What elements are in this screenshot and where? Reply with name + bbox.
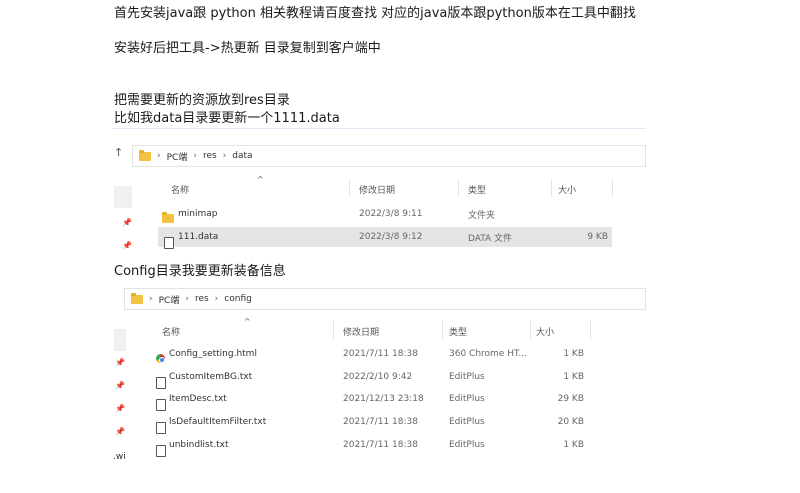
file-row[interactable]: lsDefaultItemFilter.txt 2021/7/11 18:38 … — [152, 412, 588, 434]
pin-icon: 📌 — [115, 404, 125, 413]
pin-icon: 📌 — [115, 427, 125, 436]
breadcrumb-item[interactable]: PC端 — [159, 293, 180, 306]
file-row[interactable]: Config_setting.html 2021/7/11 18:38 360 … — [152, 344, 588, 364]
file-modified: 2022/3/8 9:12 — [359, 232, 423, 242]
folder-icon — [162, 212, 174, 223]
file-modified: 2021/7/11 18:38 — [343, 440, 418, 450]
pin-icon: 📌 — [115, 358, 125, 367]
file-size: 1 KB — [563, 349, 584, 359]
column-header-type[interactable]: 类型 — [449, 325, 467, 338]
folder-icon — [139, 149, 151, 161]
file-icon — [156, 445, 166, 457]
column-header-modified[interactable]: 修改日期 — [343, 325, 379, 338]
file-icon — [164, 237, 174, 249]
file-name: Config_setting.html — [169, 349, 257, 359]
file-row[interactable]: minimap 2022/3/8 9:11 文件夹 — [158, 204, 612, 224]
pin-icon: 📌 — [122, 241, 132, 250]
up-arrow-icon[interactable]: ↑ — [114, 146, 123, 159]
doc-line-4: 比如我data目录要更新一个1111.data — [114, 111, 340, 126]
file-type: 文件夹 — [468, 210, 496, 221]
file-modified: 2021/12/13 23:18 — [343, 394, 424, 404]
chevron-right-icon: › — [149, 294, 153, 304]
file-type: DATA 文件 — [468, 233, 513, 244]
doc-line-2: 安装好后把工具->热更新 目录复制到客户端中 — [114, 41, 381, 56]
doc-line-3: 把需要更新的资源放到res目录 — [114, 93, 290, 108]
breadcrumb-item[interactable]: PC端 — [167, 150, 188, 163]
breadcrumb-item[interactable]: res — [203, 151, 217, 161]
sort-indicator: ^ — [257, 175, 264, 184]
file-name: ItemDesc.txt — [169, 394, 227, 404]
breadcrumb-item[interactable]: res — [195, 294, 209, 304]
file-name: minimap — [178, 209, 218, 219]
file-name: 111.data — [178, 232, 219, 242]
file-name: lsDefaultItemFilter.txt — [169, 417, 267, 427]
explorer-screenshot-config: › PC端 › res › config 📌 📌 📌 📌 .wi ^ 名称 修改… — [112, 285, 646, 465]
file-icon — [156, 422, 166, 434]
doc-line-1: 首先安装java跟 python 相关教程请百度查找 对应的java版本跟pyt… — [114, 6, 636, 21]
chevron-right-icon: › — [193, 151, 197, 161]
explorer-screenshot-data: ↑ › PC端 › res › data 📌 📌 ^ 名称 修改日期 类型 大小… — [112, 128, 646, 250]
folder-icon — [131, 292, 143, 304]
column-header-name[interactable]: 名称 — [171, 183, 189, 196]
file-row-selected[interactable]: 111.data 2022/3/8 9:12 DATA 文件 9 KB — [158, 227, 612, 249]
chevron-right-icon: › — [214, 294, 219, 304]
chevron-right-icon: › — [157, 151, 161, 161]
file-size: 9 KB — [587, 232, 608, 242]
file-modified: 2021/7/11 18:38 — [343, 417, 418, 427]
sort-indicator: ^ — [244, 317, 251, 326]
file-size: 1 KB — [563, 372, 584, 382]
column-header-type[interactable]: 类型 — [468, 183, 486, 196]
breadcrumb-item[interactable]: config — [224, 294, 252, 304]
file-row[interactable]: CustomItemBG.txt 2022/2/10 9:42 EditPlus… — [152, 367, 588, 389]
column-header-size[interactable]: 大小 — [558, 183, 576, 196]
address-bar[interactable]: › PC端 › res › data — [132, 145, 646, 167]
chrome-icon — [156, 354, 165, 363]
file-name: CustomItemBG.txt — [169, 372, 253, 382]
doc-line-5: Config目录我要更新装备信息 — [114, 264, 286, 279]
file-type: 360 Chrome HT... — [449, 349, 527, 359]
pin-icon: 📌 — [122, 218, 132, 227]
file-name: unbindlist.txt — [169, 440, 229, 450]
file-modified: 2022/2/10 9:42 — [343, 372, 413, 382]
file-type: EditPlus — [449, 440, 485, 450]
file-icon — [156, 377, 166, 389]
chevron-right-icon: › — [222, 151, 227, 161]
file-type: EditPlus — [449, 372, 485, 382]
file-row[interactable]: unbindlist.txt 2021/7/11 18:38 EditPlus … — [152, 435, 588, 457]
file-modified: 2022/3/8 9:11 — [359, 209, 423, 219]
breadcrumb-item[interactable]: data — [232, 151, 252, 161]
file-size: 1 KB — [563, 440, 584, 450]
file-modified: 2021/7/11 18:38 — [343, 349, 418, 359]
file-type: EditPlus — [449, 394, 485, 404]
side-pane-label: .wi — [113, 452, 126, 462]
file-size: 29 KB — [557, 394, 584, 404]
file-type: EditPlus — [449, 417, 485, 427]
nav-pane-scroll[interactable] — [114, 186, 132, 208]
file-row[interactable]: ItemDesc.txt 2021/12/13 23:18 EditPlus 2… — [152, 389, 588, 411]
column-header-name[interactable]: 名称 — [162, 325, 180, 338]
nav-pane-scroll[interactable] — [114, 329, 126, 351]
column-header-modified[interactable]: 修改日期 — [359, 183, 395, 196]
pin-icon: 📌 — [115, 381, 125, 390]
address-bar[interactable]: › PC端 › res › config — [124, 288, 646, 310]
file-icon — [156, 399, 166, 411]
chevron-right-icon: › — [185, 294, 189, 304]
file-size: 20 KB — [557, 417, 584, 427]
column-header-size[interactable]: 大小 — [536, 325, 554, 338]
